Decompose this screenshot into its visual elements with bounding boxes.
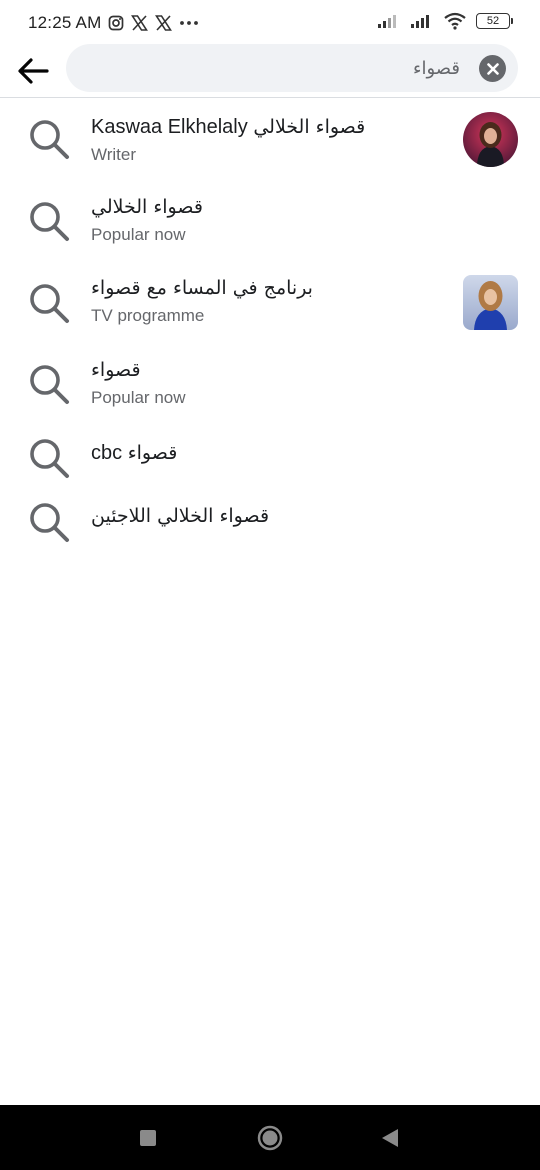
result-subtitle: Popular now bbox=[91, 225, 186, 244]
result-subtitle: TV programme bbox=[91, 306, 205, 325]
result-title-arabic: قصواء الخلالي bbox=[91, 196, 203, 218]
x-icon bbox=[131, 15, 149, 31]
search-header bbox=[0, 44, 540, 98]
result-title-latin: cbc bbox=[91, 442, 123, 464]
search-icon bbox=[30, 120, 69, 159]
search-icon bbox=[30, 284, 69, 323]
search-icon bbox=[30, 439, 69, 478]
arrow-left-icon bbox=[18, 58, 49, 84]
list-item[interactable]: cbc قصواء bbox=[0, 426, 540, 490]
list-item[interactable]: برنامج في المساء مع قصواء TV programme bbox=[0, 262, 540, 344]
search-icon bbox=[30, 365, 69, 404]
programme-photo bbox=[463, 275, 518, 330]
home-button[interactable] bbox=[257, 1125, 283, 1156]
back-nav-button[interactable] bbox=[381, 1128, 399, 1153]
result-title-arabic: قصواء bbox=[91, 359, 141, 381]
search-box bbox=[66, 44, 518, 92]
back-button[interactable] bbox=[14, 52, 52, 90]
list-item[interactable]: قصواء Popular now bbox=[0, 344, 540, 426]
status-bar: 12:25 AM 52 bbox=[0, 0, 540, 46]
result-title: قصواء الخلالي اللاجئين bbox=[91, 505, 420, 528]
result-subtitle: Writer bbox=[91, 145, 137, 164]
result-title-arabic: قصواء bbox=[127, 442, 178, 464]
result-title-latin: Kaswaa Elkhelaly bbox=[91, 116, 248, 138]
result-title: قصواء الخلالي bbox=[91, 196, 420, 219]
result-title-arabic: قصواء الخلالي bbox=[253, 116, 366, 138]
recents-button[interactable] bbox=[139, 1129, 157, 1152]
result-subtitle: Popular now bbox=[91, 388, 186, 407]
triangle-back-icon bbox=[382, 1129, 398, 1147]
home-circle-icon bbox=[257, 1125, 283, 1151]
system-nav-bar bbox=[0, 1105, 540, 1170]
result-title: Kaswaa Elkhelaly قصواء الخلالي bbox=[91, 116, 420, 139]
profile-photo bbox=[463, 112, 518, 167]
list-item[interactable]: قصواء الخلالي اللاجئين bbox=[0, 490, 540, 554]
result-title: cbc قصواء bbox=[91, 442, 420, 465]
signal-icon bbox=[377, 13, 401, 29]
search-results-list: Kaswaa Elkhelaly قصواء الخلالي Writer قص… bbox=[0, 98, 540, 554]
battery-indicator: 52 bbox=[476, 13, 513, 29]
result-title-arabic: قصواء الخلالي اللاجئين bbox=[91, 505, 270, 527]
search-input[interactable] bbox=[86, 44, 460, 92]
clear-search-button[interactable] bbox=[479, 55, 506, 82]
signal-icon bbox=[410, 13, 434, 29]
square-icon bbox=[140, 1130, 156, 1146]
result-title: قصواء bbox=[91, 359, 420, 382]
list-item[interactable]: قصواء الخلالي Popular now bbox=[0, 180, 540, 262]
result-title: برنامج في المساء مع قصواء bbox=[91, 277, 420, 300]
status-time: 12:25 AM bbox=[28, 13, 102, 32]
search-icon bbox=[30, 202, 69, 241]
battery-level: 52 bbox=[486, 15, 500, 27]
list-item[interactable]: Kaswaa Elkhelaly قصواء الخلالي Writer bbox=[0, 98, 540, 180]
search-icon bbox=[30, 503, 69, 542]
instagram-icon bbox=[108, 15, 124, 31]
x-icon bbox=[155, 15, 173, 31]
wifi-icon bbox=[443, 12, 467, 30]
result-title-arabic: برنامج في المساء مع قصواء bbox=[91, 277, 313, 299]
close-icon bbox=[486, 62, 499, 75]
more-dots-icon bbox=[179, 20, 199, 26]
